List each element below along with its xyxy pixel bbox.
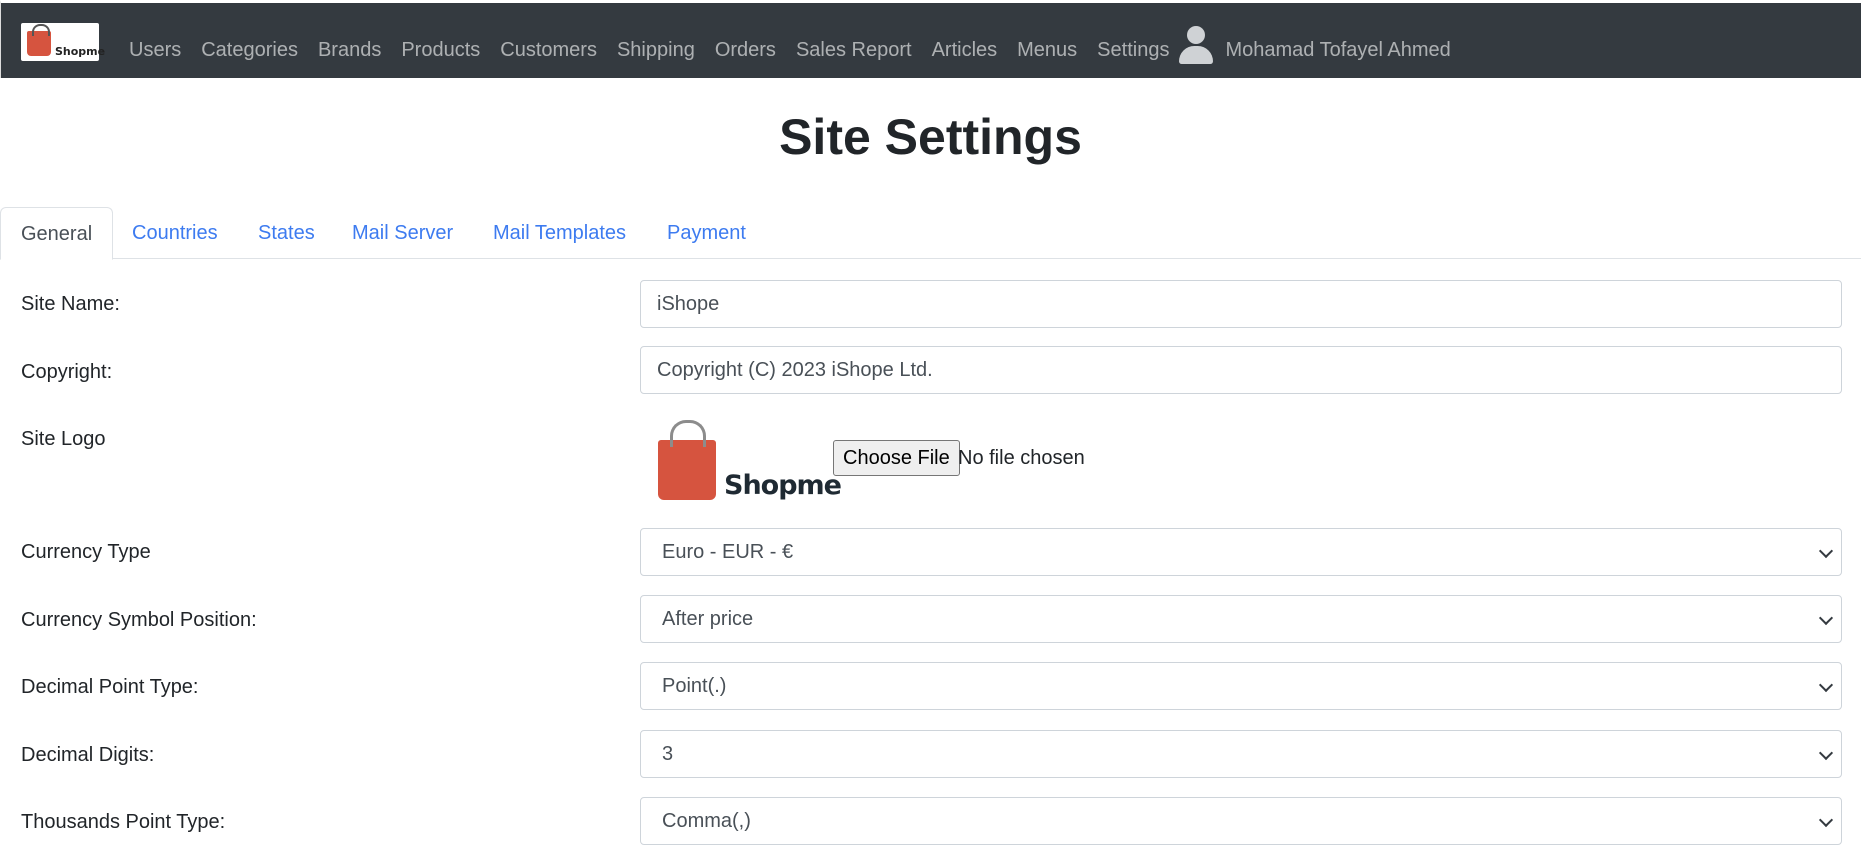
brand-text: Shopme [55,45,106,58]
nav-item-brands[interactable]: Brands [318,39,381,62]
nav-item-categories[interactable]: Categories [201,39,298,62]
currency-symbol-position-label: Currency Symbol Position: [21,609,257,631]
decimal-point-type-label: Decimal Point Type: [21,676,199,698]
tab-countries[interactable]: Countries [112,207,238,259]
shopping-bag-icon [658,420,716,500]
thousands-point-type-select[interactable]: Comma(,) [640,797,1842,845]
site-name-input[interactable]: iShope [640,280,1842,328]
copyright-label: Copyright: [21,361,113,383]
nav-item-orders[interactable]: Orders [715,39,776,62]
choose-file-button[interactable]: Choose File [833,440,960,476]
currency-symbol-position-select[interactable]: After price [640,595,1842,643]
brand-logo[interactable]: Shopme [21,23,105,61]
tab-mail-server[interactable]: Mail Server [332,207,473,259]
currency-type-value: Euro - EUR - € [662,541,794,563]
decimal-digits-label: Decimal Digits: [21,744,155,766]
nav-item-menus[interactable]: Menus [1017,39,1077,62]
chevron-down-icon [1818,543,1834,559]
logo-text: Shopme [724,470,842,501]
chevron-down-icon [1818,610,1834,626]
file-status-text: No file chosen [958,447,1085,469]
thousands-point-type-value: Comma(,) [662,810,751,832]
thousands-point-type-label: Thousands Point Type: [21,811,226,833]
tab-payment[interactable]: Payment [647,207,766,259]
nav-menu: Users Categories Brands Products Custome… [129,26,1451,70]
chevron-down-icon [1818,745,1834,761]
shopping-bag-icon [27,24,51,56]
nav-item-customers[interactable]: Customers [500,39,597,62]
tab-general[interactable]: General [0,207,114,260]
nav-item-settings[interactable]: Settings [1097,39,1169,62]
decimal-point-type-value: Point(.) [662,675,727,697]
page-title: Site Settings [779,109,1082,165]
site-logo-label: Site Logo [21,428,106,450]
nav-item-articles[interactable]: Articles [932,39,998,62]
site-name-label: Site Name: [21,293,120,315]
user-icon [1177,26,1215,66]
chevron-down-icon [1818,677,1834,693]
currency-type-select[interactable]: Euro - EUR - € [640,528,1842,576]
user-name[interactable]: Mohamad Tofayel Ahmed [1225,39,1450,62]
nav-item-sales-report[interactable]: Sales Report [796,39,912,62]
decimal-digits-value: 3 [662,743,674,765]
user-menu[interactable]: Mohamad Tofayel Ahmed [1177,26,1451,70]
tab-states[interactable]: States [238,207,335,259]
currency-symbol-position-value: After price [662,608,754,630]
tab-mail-templates[interactable]: Mail Templates [473,207,646,259]
chevron-down-icon [1818,812,1834,828]
copyright-input[interactable]: Copyright (C) 2023 iShope Ltd. [640,346,1842,394]
currency-type-label: Currency Type [21,541,151,563]
nav-item-shipping[interactable]: Shipping [617,39,695,62]
decimal-digits-select[interactable]: 3 [640,730,1842,778]
settings-tabs: General Countries States Mail Server Mai… [0,207,1861,260]
top-navbar: Shopme Users Categories Brands Products … [0,0,1861,78]
nav-item-products[interactable]: Products [401,39,480,62]
site-logo-image: Shopme [652,418,842,504]
decimal-point-type-select[interactable]: Point(.) [640,662,1842,710]
nav-item-users[interactable]: Users [129,39,181,62]
